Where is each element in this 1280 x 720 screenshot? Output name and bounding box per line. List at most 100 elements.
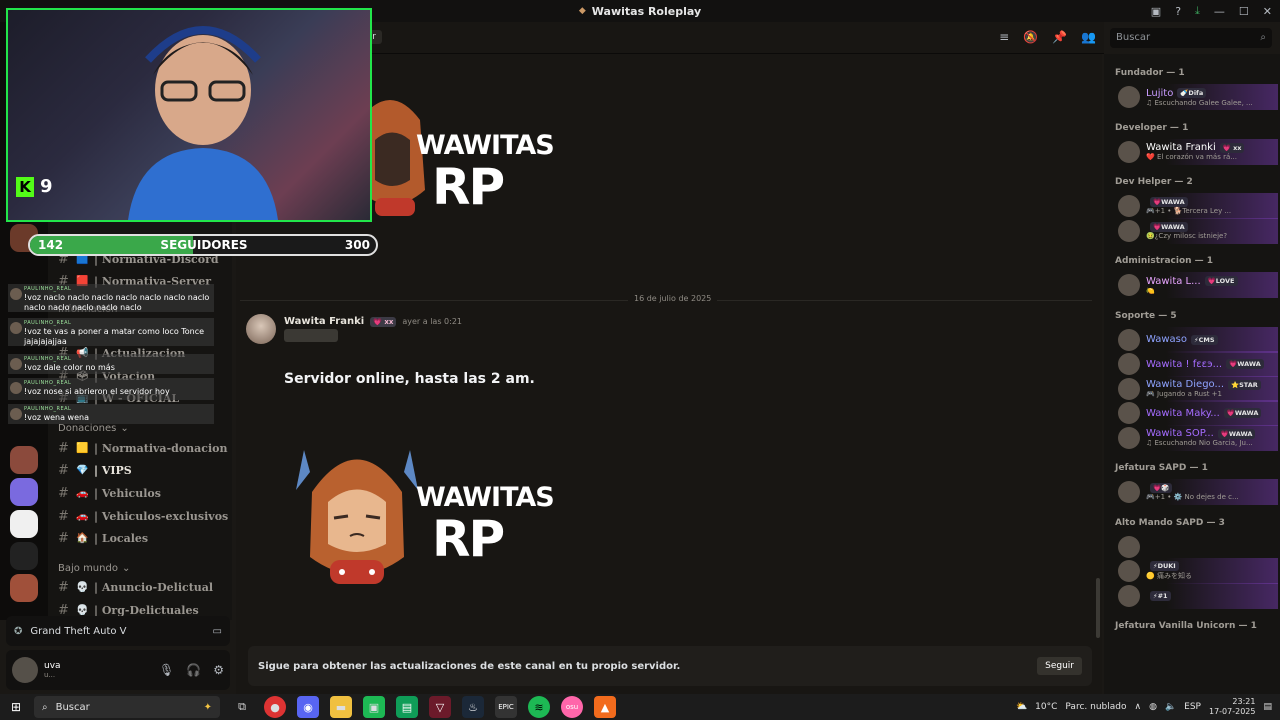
server-icon-6[interactable]	[10, 574, 38, 602]
hash-icon: #	[58, 579, 69, 595]
chrome-icon[interactable]: ●	[264, 696, 286, 718]
help-icon[interactable]: ?	[1175, 5, 1181, 18]
role-header: Dev Helper — 2	[1115, 177, 1193, 187]
close-button[interactable]: ✕	[1263, 5, 1272, 18]
member-item[interactable]: 💗WAWA 🎮+1 • 🐕Tercera Ley ...	[1118, 193, 1278, 219]
chat-message: PAULINHO_REAL !voz nose si abrieron el s…	[8, 378, 214, 400]
task-view-icon[interactable]: ⧉	[231, 696, 253, 718]
member-item[interactable]: Wawita ! fεεэ... 💗WAWA	[1118, 351, 1278, 377]
screen-share-icon[interactable]: ▭	[213, 626, 222, 637]
member-item[interactable]: Wawita Franki 💗 xx ❤️ El corazón va más rá…	[1118, 138, 1278, 165]
member-item[interactable]: Wawita Maky... 💗WAWA	[1118, 400, 1278, 426]
category-bajo-mundo[interactable]: Bajo mundo ⌄	[58, 563, 130, 574]
maximize-button[interactable]: ☐	[1239, 5, 1249, 18]
gear-icon[interactable]: ⚙	[213, 663, 224, 677]
avatar	[1118, 353, 1140, 375]
role-header: Soporte — 5	[1115, 310, 1177, 321]
members-icon[interactable]: 👥	[1081, 30, 1096, 44]
member-item[interactable]: Wawita SOP... 💗WAWA ♫ Escuchando Nio Garci…	[1118, 424, 1278, 451]
channel-locales[interactable]: # 🏠 | Locales	[58, 528, 148, 548]
app-green-icon[interactable]: ▣	[363, 696, 385, 718]
spotify-icon[interactable]: ≋	[528, 696, 550, 718]
activity-panel[interactable]: ✪ Grand Theft Auto V ▭	[6, 616, 230, 646]
server-icon-3[interactable]	[10, 478, 38, 506]
search-input[interactable]: Buscar ⌕	[1110, 28, 1272, 48]
clock[interactable]: 23:21 17-07-2025	[1209, 697, 1256, 716]
follow-channel-bar: Sigue para obtener las actualizaciones d…	[248, 646, 1092, 686]
role-header: Fundador — 1	[1115, 68, 1185, 78]
channel-vips[interactable]: # 💎 | VIPS	[58, 460, 132, 480]
follow-button[interactable]: Seguir	[1037, 657, 1082, 675]
inbox-icon[interactable]: ▣	[1151, 5, 1161, 18]
notification-bell-off-icon[interactable]: 🔕	[1023, 30, 1038, 44]
file-explorer-icon[interactable]: ▬	[330, 696, 352, 718]
channel-vehiculos[interactable]: # 🚗 | Vehiculos	[58, 483, 161, 503]
hash-icon: #	[58, 485, 69, 501]
server-icon-2[interactable]	[10, 446, 38, 474]
member-item[interactable]: 💗🎲 🎮+1 • ⚙️ No dejes de c...	[1118, 479, 1278, 505]
role-header: Developer — 1	[1115, 122, 1189, 133]
member-item[interactable]: Lujito 🍼Difa ♫ Escuchando Galee Galee, ...	[1118, 84, 1278, 110]
headphones-icon[interactable]: 🎧	[186, 663, 201, 677]
pin-icon[interactable]: 📌	[1052, 30, 1067, 44]
user-info[interactable]: uva u...	[44, 661, 61, 679]
hooded-character-icon	[296, 450, 418, 584]
window-title: ◆ Wawitas Roleplay	[578, 4, 702, 18]
channel-anuncio-delictual[interactable]: # 💀 | Anuncio-Delictual	[58, 577, 213, 597]
author-badge: 💗 xx	[370, 316, 397, 327]
avatar	[1118, 274, 1140, 296]
category-donaciones[interactable]: Donaciones ⌄	[58, 423, 129, 434]
hash-icon: #	[58, 530, 69, 546]
member-item[interactable]	[1118, 534, 1278, 560]
member-tag: 💗WAWA	[1150, 197, 1188, 207]
microphone-icon[interactable]: 🎙	[159, 663, 174, 677]
avatar	[1118, 377, 1140, 400]
taskbar-search[interactable]: ⌕ Buscar ✦	[34, 696, 220, 718]
channel-vehiculos-exclusivos[interactable]: # 🚗 | Vehiculos-exclusivos	[58, 506, 228, 526]
search-icon: ⌕	[42, 701, 48, 713]
member-item[interactable]: ⚡DUKI 🟡 痛みを知る	[1118, 558, 1278, 584]
network-icon[interactable]: ◍	[1149, 702, 1157, 712]
member-item[interactable]: 💗WAWA 🤢¿Czy milosc istnieje?	[1118, 217, 1278, 244]
channel-normativa-donacion[interactable]: # 🟨 | Normativa-donacion	[58, 438, 228, 458]
chevron-up-icon[interactable]: ∧	[1134, 702, 1141, 712]
start-button[interactable]: ⊞	[0, 694, 32, 720]
author-avatar[interactable]	[246, 314, 276, 344]
app-red-icon[interactable]: ▽	[429, 696, 451, 718]
notification-icon[interactable]: ▤	[1263, 702, 1272, 712]
kick-viewer-count: K 9	[16, 176, 53, 197]
osu-icon[interactable]: osu	[561, 696, 583, 718]
message-author[interactable]: Wawita Franki	[284, 316, 364, 327]
server-icon-4[interactable]	[10, 510, 38, 538]
kick-logo-icon: K	[16, 176, 34, 197]
member-activity: 🎮 Jugando a Rust +1	[1146, 390, 1222, 398]
download-icon[interactable]: ⤓	[1195, 4, 1200, 18]
scrollbar[interactable]	[1096, 578, 1100, 638]
member-tag: 🍼Difa	[1177, 88, 1207, 98]
sheets-icon[interactable]: ▤	[396, 696, 418, 718]
member-activity: 🍋	[1146, 286, 1155, 295]
member-item[interactable]: Wawita L... 💗LOVE 🍋	[1118, 272, 1278, 298]
logo-text-line1: WAWITAS	[416, 130, 555, 161]
avatar	[1118, 535, 1140, 558]
member-activity: 🟡 痛みを知る	[1146, 572, 1192, 580]
system-tray: ⛅ 10°C Parc. nublado ∧ ◍ 🔈 ESP 23:21 17-…	[1015, 697, 1272, 716]
minimize-button[interactable]: —	[1214, 5, 1225, 18]
threads-icon[interactable]: ≡	[999, 30, 1009, 44]
wawitas-logo: WAWITAS RP	[292, 432, 555, 592]
member-item[interactable]: Wawita Diego... ⭐STAR 🎮 Jugando a Rust +1	[1118, 375, 1278, 402]
role-header: Jefatura SAPD — 1	[1115, 463, 1208, 473]
epic-games-icon[interactable]: EPIC	[495, 696, 517, 718]
avatar[interactable]	[12, 657, 38, 683]
member-item[interactable]: ⚡#1	[1118, 582, 1278, 609]
app-orange-icon[interactable]: ▲	[594, 696, 616, 718]
member-item[interactable]: Wawaso ⚡CMS	[1118, 326, 1278, 353]
steam-icon[interactable]: ♨	[462, 696, 484, 718]
volume-icon[interactable]: 🔈	[1165, 702, 1176, 712]
discord-icon[interactable]: ◉	[297, 696, 319, 718]
member-tag: 💗WAWA	[1223, 408, 1262, 418]
member-tag: ⚡#1	[1150, 590, 1171, 601]
avatar	[10, 408, 22, 420]
server-icon-5[interactable]	[10, 542, 38, 570]
avatar	[1118, 86, 1140, 108]
